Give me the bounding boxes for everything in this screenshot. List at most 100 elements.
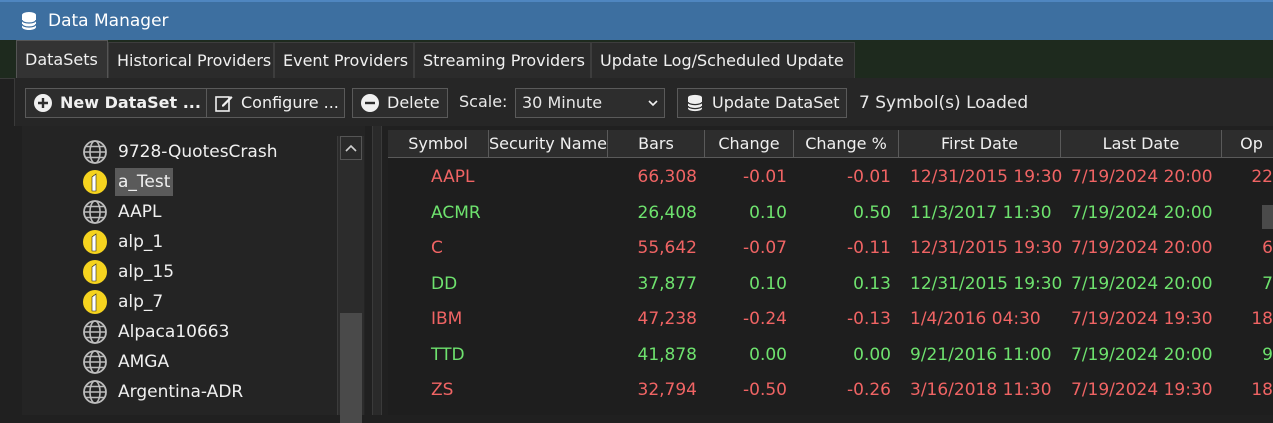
table-cell: 41,878 bbox=[637, 344, 697, 365]
delete-button[interactable]: Delete bbox=[352, 88, 448, 118]
scroll-thumb[interactable] bbox=[340, 313, 362, 423]
minus-circle-icon bbox=[361, 94, 379, 112]
table-cell: -0.07 bbox=[743, 238, 787, 258]
title-bar[interactable]: Data Manager bbox=[0, 0, 1273, 40]
table-cell: 18 bbox=[1251, 309, 1273, 329]
scale-select[interactable]: 30 Minute bbox=[515, 88, 665, 118]
table-cell: 7/19/2024 20:00 bbox=[1071, 202, 1213, 223]
table-cell: 12/31/2015 19:30 bbox=[910, 238, 1063, 258]
tree-item-label: 9728-QuotesCrash bbox=[118, 142, 278, 162]
table-cell: C bbox=[431, 238, 443, 258]
table-cell: 37,877 bbox=[637, 273, 697, 294]
table-cell: 7/19/2024 20:00 bbox=[1071, 238, 1213, 258]
table-cell: 11/3/2017 11:30 bbox=[910, 202, 1052, 223]
table-cell: 9 bbox=[1262, 344, 1273, 365]
table-cell: 1/4/2016 04:30 bbox=[910, 309, 1041, 329]
table-cell: -0.24 bbox=[743, 309, 787, 329]
tab-update-log[interactable]: Update Log/Scheduled Update bbox=[591, 42, 855, 78]
tree-item-label: a_Test bbox=[115, 168, 174, 196]
column-header[interactable]: Last Date bbox=[1061, 130, 1222, 158]
alpaca-coin-icon bbox=[83, 170, 107, 194]
tab-event-providers[interactable]: Event Providers bbox=[274, 42, 414, 78]
table-cell: 47,238 bbox=[637, 309, 697, 329]
table-cell: 66,308 bbox=[637, 167, 697, 187]
table-row[interactable]: TTD 41,878 0.00 0.00 9/21/2016 11:00 7/19/202… bbox=[388, 338, 1273, 373]
database-icon bbox=[687, 94, 703, 112]
table-cell: ZS bbox=[431, 380, 454, 400]
table-cell: 22 bbox=[1251, 167, 1273, 187]
alpaca-coin-icon bbox=[83, 230, 107, 254]
column-header[interactable]: First Date bbox=[899, 130, 1061, 158]
table-cell: -0.01 bbox=[743, 167, 787, 187]
plus-circle-icon bbox=[34, 94, 52, 112]
alpaca-coin-icon bbox=[83, 290, 107, 314]
table-cell: 7/19/2024 20:00 bbox=[1071, 167, 1213, 187]
column-header[interactable]: Change bbox=[705, 130, 794, 158]
symbols-loaded-status: 7 Symbol(s) Loaded bbox=[859, 93, 1029, 113]
table-cell: 0.00 bbox=[749, 344, 787, 365]
tree-item-label: AAPL bbox=[118, 202, 162, 222]
table-row[interactable]: C 55,642 -0.07 -0.11 12/31/2015 19:30 7/19/20… bbox=[388, 231, 1273, 266]
table-cell: 18 bbox=[1251, 380, 1273, 400]
symbols-table: Symbol Security Name Bars Change Change % Fir… bbox=[388, 130, 1273, 415]
tab-datasets[interactable]: DataSets bbox=[16, 40, 108, 79]
tree-item-label: Argentina-ADR bbox=[118, 382, 244, 402]
tab-historical-providers[interactable]: Historical Providers bbox=[108, 42, 274, 78]
table-row[interactable]: DD 37,877 0.10 0.13 12/31/2015 19:30 7/19/202… bbox=[388, 267, 1273, 302]
scroll-up-button[interactable] bbox=[340, 136, 362, 160]
tab-strip: DataSets Historical Providers Event Prov… bbox=[0, 40, 1273, 79]
tree-item-label: alp_1 bbox=[118, 232, 164, 252]
table-cell: DD bbox=[431, 273, 458, 294]
table-cell: 7/19/2024 19:30 bbox=[1071, 380, 1213, 400]
table-cell: 0.00 bbox=[853, 344, 891, 365]
table-cell: 12/31/2015 19:30 bbox=[910, 273, 1063, 294]
scale-value: 30 Minute bbox=[522, 93, 603, 112]
table-cell: 32,794 bbox=[637, 380, 697, 400]
table-cell: 6 bbox=[1262, 238, 1273, 258]
globe-icon bbox=[83, 320, 107, 344]
table-cell: 0.10 bbox=[749, 273, 787, 294]
table-row[interactable]: ZS 32,794 -0.50 -0.26 3/16/2018 11:30 7/19/20… bbox=[388, 373, 1273, 408]
table-cell: 7/19/2024 19:30 bbox=[1071, 309, 1213, 329]
table-cell: 3/16/2018 11:30 bbox=[910, 380, 1052, 400]
table-cell: 7/19/2024 20:00 bbox=[1071, 344, 1213, 365]
column-header[interactable]: Change % bbox=[794, 130, 899, 158]
table-row[interactable]: ACMR 26,408 0.10 0.50 11/3/2017 11:30 7/19/20… bbox=[388, 196, 1273, 231]
table-cell: IBM bbox=[431, 309, 463, 329]
globe-icon bbox=[83, 140, 107, 164]
window-title: Data Manager bbox=[48, 11, 169, 31]
tree-scrollbar[interactable] bbox=[337, 136, 364, 423]
tree-item-label: alp_7 bbox=[118, 292, 164, 312]
new-dataset-button[interactable]: New DataSet ... bbox=[25, 88, 211, 118]
table-cell: 7/19/2024 20:00 bbox=[1071, 273, 1213, 294]
tree-item-label: alp_15 bbox=[118, 262, 175, 282]
table-cell: TTD bbox=[431, 344, 465, 365]
tab-streaming-providers[interactable]: Streaming Providers bbox=[414, 42, 591, 78]
column-header[interactable]: Symbol bbox=[388, 130, 489, 158]
tree-item-label: Alpaca10663 bbox=[118, 322, 230, 342]
table-cell: 55,642 bbox=[637, 238, 697, 258]
panel-splitter[interactable] bbox=[372, 126, 382, 415]
alpaca-coin-icon bbox=[83, 260, 107, 284]
table-cell: 7 bbox=[1262, 273, 1273, 294]
toolbar: New DataSet ... Configure ... Delete Sca… bbox=[14, 78, 1273, 126]
table-cell: AAPL bbox=[431, 167, 475, 187]
column-header[interactable]: Op bbox=[1222, 130, 1273, 158]
column-header[interactable]: Bars bbox=[608, 130, 705, 158]
configure-button[interactable]: Configure ... bbox=[206, 88, 345, 118]
scale-label: Scale: bbox=[459, 92, 508, 111]
table-row[interactable]: IBM 47,238 -0.24 -0.13 1/4/2016 04:30 7/19/20… bbox=[388, 302, 1273, 337]
update-dataset-button[interactable]: Update DataSet bbox=[677, 88, 847, 118]
edit-icon bbox=[215, 96, 233, 112]
grid-scrollbar-thumb[interactable] bbox=[1262, 205, 1273, 229]
table-cell: 0.10 bbox=[749, 202, 787, 223]
dataset-tree[interactable]: 9728-QuotesCrash a_Test AAPL alp_1 alp_15alp… bbox=[22, 126, 365, 415]
table-row[interactable]: AAPL 66,308 -0.01 -0.01 12/31/2015 19:30 7/19… bbox=[388, 160, 1273, 195]
table-cell: 0.50 bbox=[853, 202, 891, 223]
chevron-up-icon bbox=[345, 144, 357, 152]
chevron-down-icon bbox=[648, 100, 658, 107]
table-cell: -0.11 bbox=[847, 238, 891, 258]
globe-icon bbox=[83, 380, 107, 404]
column-header[interactable]: Security Name bbox=[489, 130, 608, 158]
table-cell: -0.01 bbox=[847, 167, 891, 187]
